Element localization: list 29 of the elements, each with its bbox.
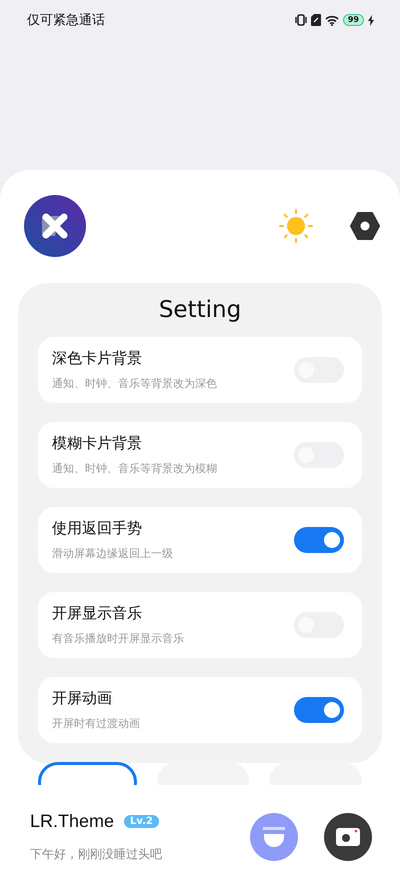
level-badge: Lv.2 — [124, 815, 159, 828]
vibrate-icon — [294, 14, 307, 26]
setting-description: 开屏时有过渡动画 — [52, 716, 140, 731]
toggle-switch[interactable] — [294, 697, 344, 723]
sim-icon — [310, 14, 321, 26]
setting-description: 通知、时钟、音乐等背景改为深色 — [52, 376, 217, 391]
setting-title: 深色卡片背景 — [52, 349, 143, 368]
charging-icon — [368, 14, 374, 26]
greeting-text: 下午好，刚刚没睡过头吧 — [30, 846, 162, 863]
setting-description: 有音乐播放时开屏显示音乐 — [52, 631, 184, 646]
camera-button[interactable] — [324, 813, 372, 861]
settings-icon[interactable] — [350, 212, 380, 240]
setting-title: 开屏动画 — [52, 689, 113, 708]
setting-description: 滑动屏幕边缘返回上一级 — [52, 546, 173, 561]
setting-description: 通知、时钟、音乐等背景改为模糊 — [52, 461, 217, 476]
status-text: 仅可紧急通话 — [27, 12, 105, 29]
setting-title: 模糊卡片背景 — [52, 434, 143, 453]
battery-indicator: 99 — [342, 14, 364, 26]
setting-title: 使用返回手势 — [52, 519, 143, 538]
panel-title: Setting — [158, 297, 242, 323]
wifi-icon — [324, 14, 339, 26]
avatar[interactable] — [24, 195, 86, 257]
cup-button[interactable] — [250, 813, 298, 861]
profile-name: LR.Theme — [30, 811, 114, 832]
toggle-switch[interactable] — [294, 527, 344, 553]
camera-icon — [336, 828, 360, 846]
setting-title: 开屏显示音乐 — [52, 604, 143, 623]
sun-icon[interactable] — [279, 209, 313, 243]
cup-icon — [262, 826, 286, 848]
